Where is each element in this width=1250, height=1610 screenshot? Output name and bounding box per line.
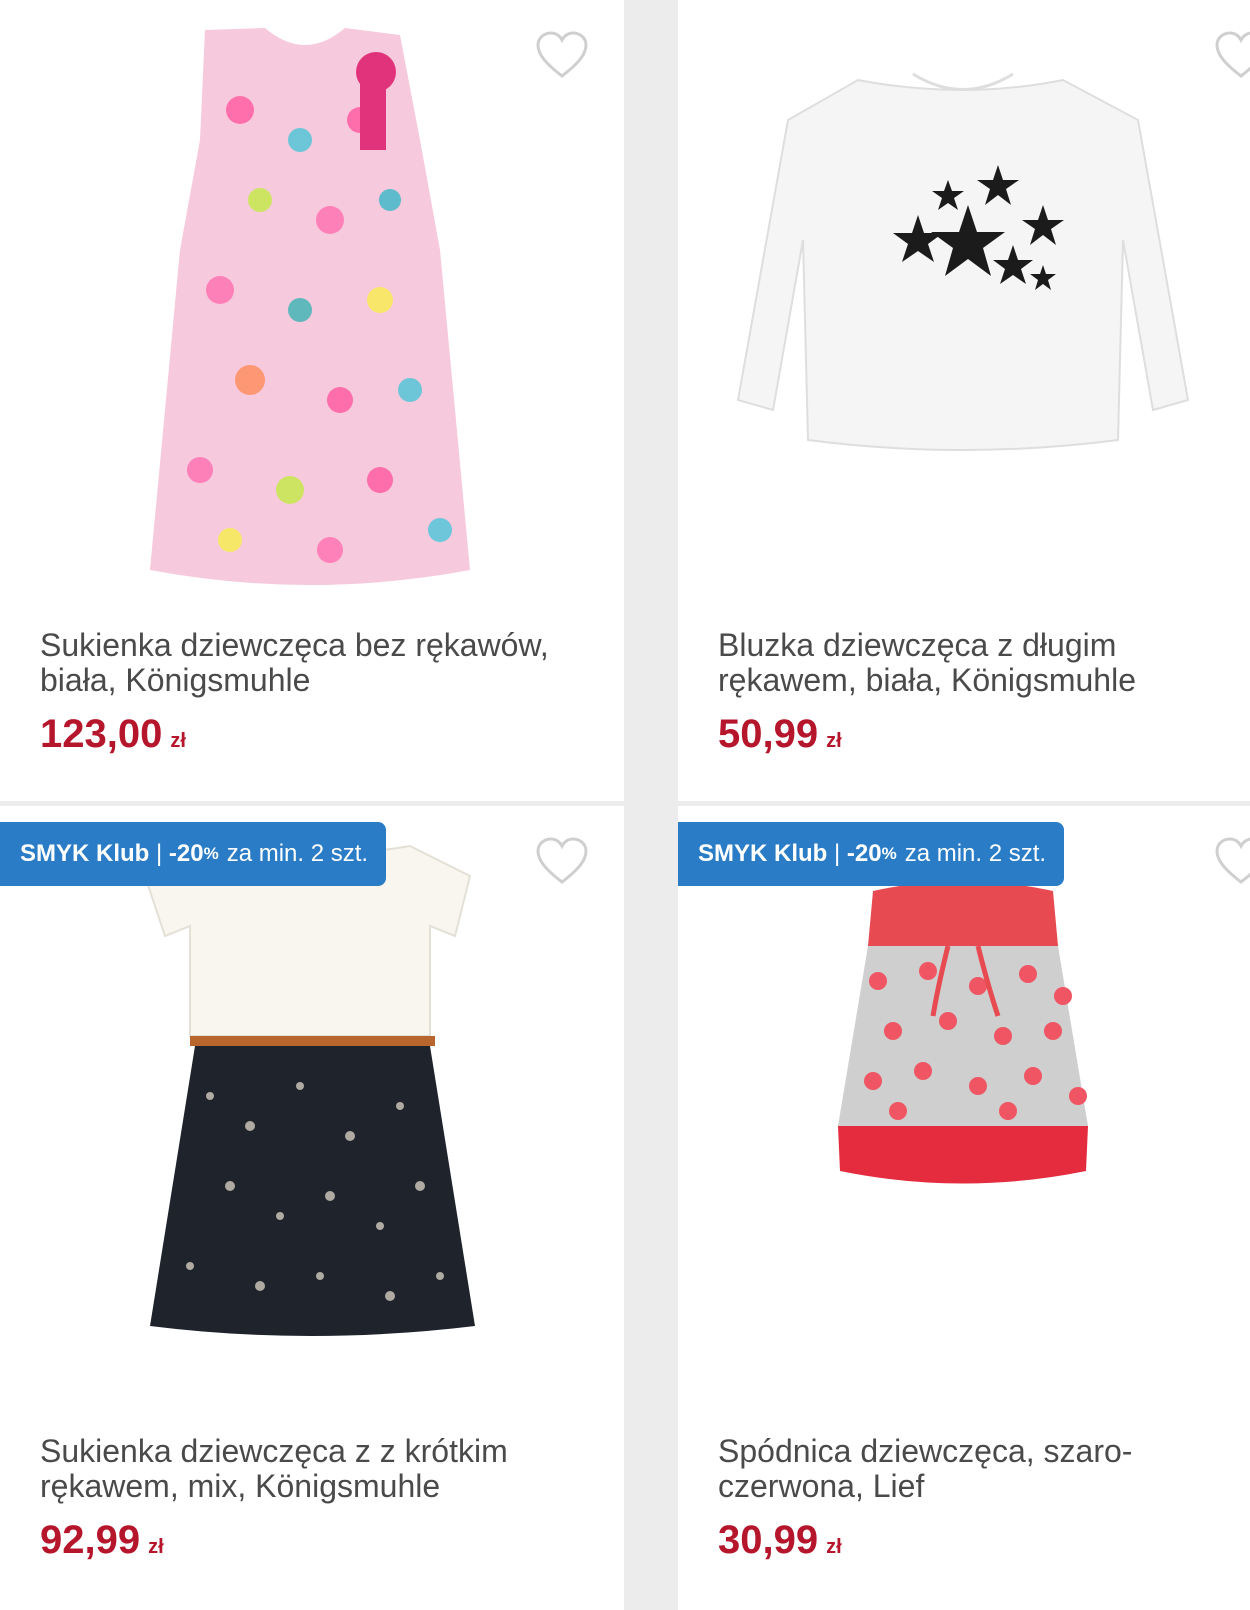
- price-value: 50,99: [718, 712, 819, 756]
- badge-pct: %: [203, 844, 219, 863]
- badge-sep: |: [156, 840, 163, 867]
- price-currency: zł: [826, 730, 842, 752]
- product-image-skirt-dots[interactable]: [678, 806, 1250, 1416]
- price-currency: zł: [170, 730, 186, 752]
- smyk-klub-promo-badge[interactable]: SMYK Klub | -20% za min. 2 szt.: [0, 822, 387, 886]
- product-card[interactable]: Sukienka dziewczęca bez rękawów, biała, …: [0, 0, 624, 801]
- product-price[interactable]: 123,00 zł: [40, 712, 186, 757]
- wishlist-heart-icon[interactable]: [1214, 30, 1250, 80]
- price-currency: zł: [148, 1536, 164, 1558]
- product-image-dress-hearts[interactable]: [0, 0, 624, 610]
- price-value: 123,00: [40, 712, 163, 756]
- product-card[interactable]: SMYK Klub | -20% za min. 2 szt. Sukienka …: [0, 806, 624, 1610]
- badge-text: za min. 2 szt.: [226, 840, 369, 867]
- product-image-shirt-stars[interactable]: [678, 0, 1250, 610]
- badge-pct: %: [881, 844, 897, 863]
- product-title[interactable]: Sukienka dziewczęca bez rękawów, biała, …: [40, 628, 604, 698]
- product-title[interactable]: Bluzka dziewczęca z długim rękawem, biał…: [718, 628, 1230, 698]
- price-value: 92,99: [40, 1518, 141, 1562]
- price-currency: zł: [826, 1536, 842, 1558]
- product-image-dress-floral[interactable]: [0, 806, 624, 1416]
- wishlist-heart-icon[interactable]: [1214, 836, 1250, 886]
- product-price[interactable]: 30,99 zł: [718, 1518, 842, 1563]
- product-title[interactable]: Sukienka dziewczęca z z krótkim rękawem,…: [40, 1434, 604, 1504]
- product-title[interactable]: Spódnica dziewczęca, szaro-czerwona, Lie…: [718, 1434, 1230, 1504]
- badge-discount: -20: [846, 840, 882, 867]
- badge-club: SMYK Klub: [698, 840, 828, 867]
- product-price[interactable]: 92,99 zł: [40, 1518, 164, 1563]
- badge-discount: -20: [168, 840, 204, 867]
- product-card[interactable]: SMYK Klub | -20% za min. 2 szt. Spódnica …: [678, 806, 1250, 1610]
- badge-text: za min. 2 szt.: [904, 840, 1047, 867]
- product-price[interactable]: 50,99 zł: [718, 712, 842, 757]
- product-grid: Sukienka dziewczęca bez rękawów, biała, …: [0, 0, 1250, 1610]
- wishlist-heart-icon[interactable]: [535, 836, 589, 886]
- price-value: 30,99: [718, 1518, 819, 1562]
- wishlist-heart-icon[interactable]: [535, 30, 589, 80]
- smyk-klub-promo-badge[interactable]: SMYK Klub | -20% za min. 2 szt.: [678, 822, 1065, 886]
- badge-club: SMYK Klub: [20, 840, 150, 867]
- badge-sep: |: [834, 840, 841, 867]
- product-card[interactable]: Bluzka dziewczęca z długim rękawem, biał…: [678, 0, 1250, 801]
